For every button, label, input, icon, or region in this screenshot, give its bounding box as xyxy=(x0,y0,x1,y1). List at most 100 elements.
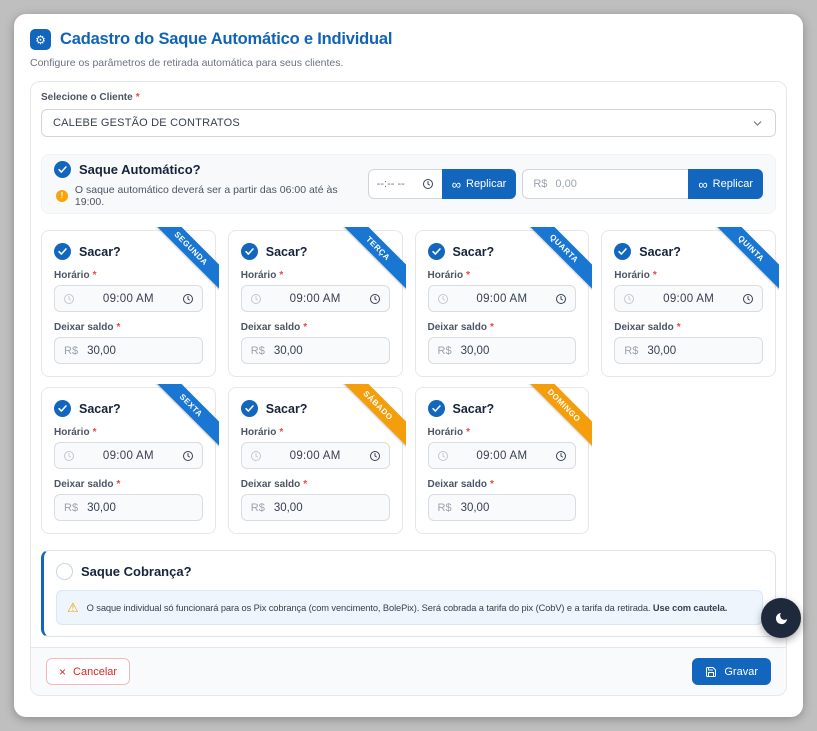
sacar-checkbox[interactable]: Sacar? xyxy=(614,243,763,260)
horario-label: Horário* xyxy=(428,270,577,281)
deixar-saldo-input[interactable]: R$ 30,00 xyxy=(54,337,203,364)
checkbox-checked-icon xyxy=(241,400,258,417)
sacar-checkbox[interactable]: Sacar? xyxy=(428,400,577,417)
deixar-saldo-label: Deixar saldo* xyxy=(614,322,763,333)
deixar-saldo-input[interactable]: R$ 30,00 xyxy=(614,337,763,364)
replicate-time-input[interactable]: --:-- -- xyxy=(368,169,442,199)
currency-prefix: R$ xyxy=(533,178,547,190)
replicate-amount-button[interactable]: ∞ Replicar xyxy=(688,169,763,199)
clock-icon xyxy=(555,293,567,305)
horario-input[interactable]: 09:00 AM xyxy=(54,442,203,469)
gear-icon: ⚙ xyxy=(30,29,51,50)
replicate-icon: ∞ xyxy=(452,178,461,191)
clock-icon xyxy=(555,450,567,462)
checkbox-checked-icon xyxy=(54,243,71,260)
checkbox-checked-icon xyxy=(54,400,71,417)
sacar-checkbox[interactable]: Sacar? xyxy=(54,400,203,417)
clock-icon xyxy=(182,450,194,462)
horario-label: Horário* xyxy=(54,427,203,438)
deixar-saldo-input[interactable]: R$ 30,00 xyxy=(428,494,577,521)
clock-icon xyxy=(623,293,635,305)
deixar-saldo-label: Deixar saldo* xyxy=(54,322,203,333)
day-cards-grid: SEGUNDA Sacar? Horário* 09:00 AM Deixar … xyxy=(41,230,776,534)
checkbox-unchecked-icon xyxy=(56,563,73,580)
deixar-saldo-label: Deixar saldo* xyxy=(241,479,390,490)
time-placeholder: --:-- -- xyxy=(377,178,405,190)
charge-withdraw-section: Saque Cobrança? ⚠ O saque individual só … xyxy=(41,550,776,637)
horario-label: Horário* xyxy=(54,270,203,281)
deixar-saldo-input[interactable]: R$ 30,00 xyxy=(428,337,577,364)
replicate-icon: ∞ xyxy=(698,178,707,191)
deixar-saldo-input[interactable]: R$ 30,00 xyxy=(241,337,390,364)
horario-input[interactable]: 09:00 AM xyxy=(54,285,203,312)
info-icon: ! xyxy=(56,190,68,202)
replicate-amount-input[interactable]: R$ 0,00 xyxy=(522,169,688,199)
sacar-checkbox[interactable]: Sacar? xyxy=(428,243,577,260)
main-window: ⚙ Cadastro do Saque Automático e Individ… xyxy=(14,14,803,717)
auto-withdraw-title: Saque Automático? xyxy=(79,162,201,177)
charge-withdraw-checkbox[interactable]: Saque Cobrança? xyxy=(56,563,763,580)
clock-icon xyxy=(369,293,381,305)
clock-icon xyxy=(437,293,449,305)
day-card-segunda: SEGUNDA Sacar? Horário* 09:00 AM Deixar … xyxy=(41,230,216,377)
clock-icon xyxy=(63,450,75,462)
checkbox-checked-icon xyxy=(54,161,71,178)
save-button[interactable]: Gravar xyxy=(692,658,771,685)
day-card-quinta: QUINTA Sacar? Horário* 09:00 AM Deixar s… xyxy=(601,230,776,377)
day-card-terca: TERÇA Sacar? Horário* 09:00 AM Deixar sa… xyxy=(228,230,403,377)
auto-withdraw-checkbox[interactable]: Saque Automático? xyxy=(54,161,368,178)
sacar-checkbox[interactable]: Sacar? xyxy=(241,243,390,260)
horario-input[interactable]: 09:00 AM xyxy=(241,285,390,312)
day-card-sabado: SÁBADO Sacar? Horário* 09:00 AM Deixar s… xyxy=(228,387,403,534)
page-subtitle: Configure os parâmetros de retirada auto… xyxy=(30,57,785,69)
checkbox-checked-icon xyxy=(614,243,631,260)
horario-label: Horário* xyxy=(614,270,763,281)
auto-withdraw-left: Saque Automático? ! O saque automático d… xyxy=(54,161,368,208)
amount-placeholder: 0,00 xyxy=(555,178,576,190)
clock-icon xyxy=(422,178,434,190)
horario-input[interactable]: 09:00 AM xyxy=(428,285,577,312)
deixar-saldo-label: Deixar saldo* xyxy=(428,479,577,490)
horario-label: Horário* xyxy=(241,427,390,438)
cancel-button[interactable]: × Cancelar xyxy=(46,658,130,685)
checkbox-checked-icon xyxy=(241,243,258,260)
horario-label: Horário* xyxy=(241,270,390,281)
moon-icon xyxy=(774,611,789,626)
horario-input[interactable]: 09:00 AM xyxy=(614,285,763,312)
auto-withdraw-controls: --:-- -- ∞ Replicar R$ xyxy=(368,169,763,199)
sacar-checkbox[interactable]: Sacar? xyxy=(54,243,203,260)
close-icon: × xyxy=(59,666,66,678)
horario-input[interactable]: 09:00 AM xyxy=(241,442,390,469)
form-footer: × Cancelar Gravar xyxy=(31,647,786,695)
clock-icon xyxy=(250,450,262,462)
deixar-saldo-label: Deixar saldo* xyxy=(54,479,203,490)
horario-input[interactable]: 09:00 AM xyxy=(428,442,577,469)
clock-icon xyxy=(63,293,75,305)
day-card-domingo: DOMINGO Sacar? Horário* 09:00 AM Deixar … xyxy=(415,387,590,534)
replicate-time-button[interactable]: ∞ Replicar xyxy=(442,169,517,199)
checkbox-checked-icon xyxy=(428,243,445,260)
form-container: Selecione o Cliente* CALEBE GESTÃO DE CO… xyxy=(30,81,787,696)
auto-withdraw-hint: ! O saque automático deverá ser a partir… xyxy=(56,184,368,208)
clock-icon xyxy=(742,293,754,305)
charge-withdraw-title: Saque Cobrança? xyxy=(81,564,192,579)
deixar-saldo-input[interactable]: R$ 30,00 xyxy=(241,494,390,521)
clock-icon xyxy=(369,450,381,462)
clock-icon xyxy=(437,450,449,462)
dark-mode-toggle-button[interactable] xyxy=(761,598,801,638)
day-card-quarta: QUARTA Sacar? Horário* 09:00 AM Deixar s… xyxy=(415,230,590,377)
client-select-value: CALEBE GESTÃO DE CONTRATOS xyxy=(53,117,240,129)
page-title: Cadastro do Saque Automático e Individua… xyxy=(60,30,392,49)
chevron-down-icon xyxy=(751,117,764,130)
clock-icon xyxy=(250,293,262,305)
warning-icon: ⚠ xyxy=(67,601,79,614)
day-card-sexta: SEXTA Sacar? Horário* 09:00 AM Deixar sa… xyxy=(41,387,216,534)
charge-warning-box: ⚠ O saque individual só funcionará para … xyxy=(56,590,763,625)
clock-icon xyxy=(182,293,194,305)
client-select[interactable]: CALEBE GESTÃO DE CONTRATOS xyxy=(41,109,776,137)
horario-label: Horário* xyxy=(428,427,577,438)
deixar-saldo-input[interactable]: R$ 30,00 xyxy=(54,494,203,521)
deixar-saldo-label: Deixar saldo* xyxy=(241,322,390,333)
sacar-checkbox[interactable]: Sacar? xyxy=(241,400,390,417)
checkbox-checked-icon xyxy=(428,400,445,417)
